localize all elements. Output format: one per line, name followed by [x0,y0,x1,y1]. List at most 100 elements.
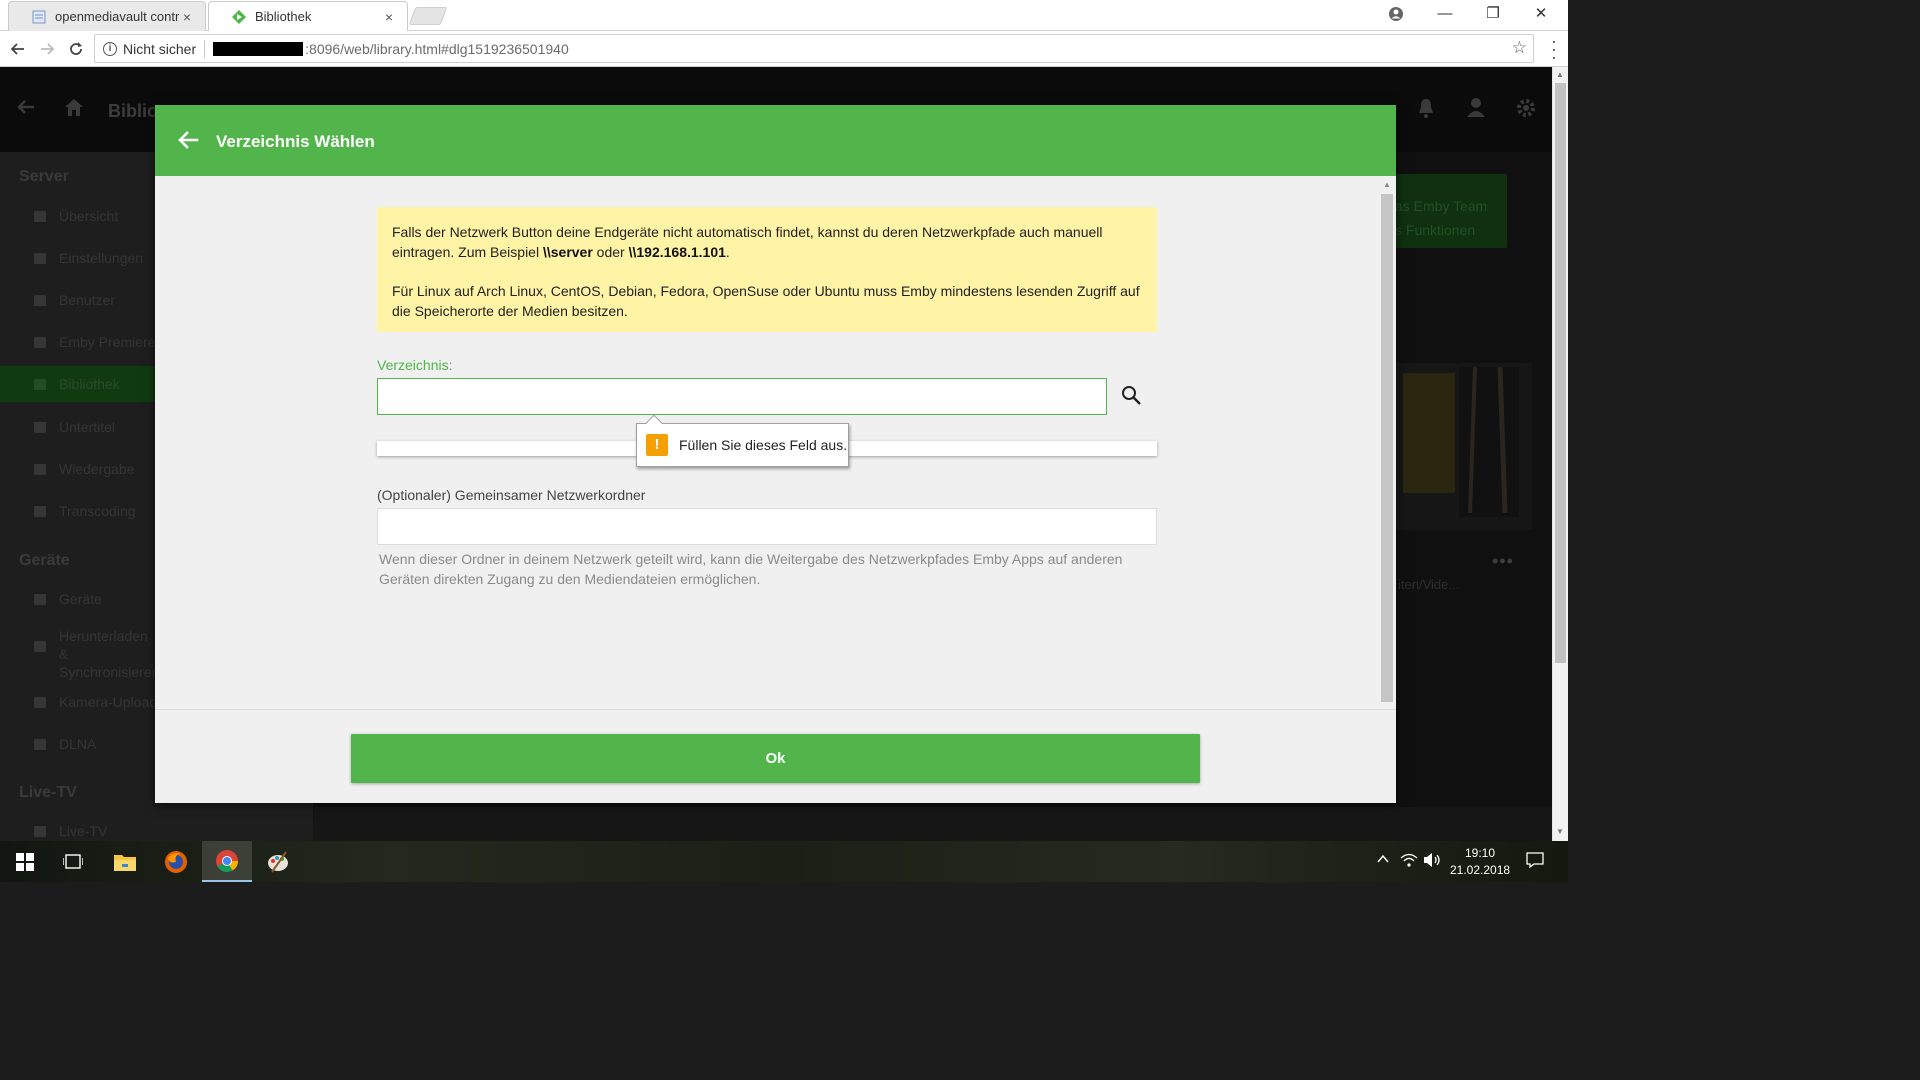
users-icon [34,294,46,306]
star-icon [34,336,46,348]
page-scrollbar-thumb[interactable] [1555,83,1566,663]
windows-taskbar: 19:10 21.02.2018 [0,841,1568,882]
back-arrow-icon[interactable] [4,35,32,63]
security-indicator[interactable]: Nicht sicher [123,41,196,57]
gear-icon[interactable] [1515,97,1537,125]
firefox-button[interactable] [151,841,201,882]
start-button[interactable] [0,841,50,882]
scroll-down-icon[interactable]: ▼ [1556,827,1564,836]
emby-logo-icon [231,9,247,25]
network-share-label: (Optionaler) Gemeinsamer Netzwerkordner [377,487,646,503]
tab-bibliothek[interactable]: Bibliothek × [208,1,408,31]
tab-close-icon[interactable]: × [381,9,397,25]
ok-button[interactable]: Ok [351,734,1200,783]
chevron-up-icon[interactable] [1376,852,1390,869]
home-icon[interactable] [63,97,85,123]
dialog-footer: Ok [155,709,1396,803]
file-explorer-button[interactable] [100,841,150,882]
dialog-scrollbar[interactable]: ▲ [1379,176,1396,710]
dialog-header: Verzeichnis Wählen [155,105,1396,176]
volume-icon[interactable] [1423,852,1441,871]
sidebar-heading-geraete: Geräte [19,552,70,569]
task-view-icon [63,853,83,869]
omnibox-divider [204,39,206,58]
scroll-up-icon[interactable]: ▲ [1383,180,1391,189]
tab-label: openmediavault control p [55,9,179,24]
close-window-button[interactable]: ✕ [1518,0,1564,30]
card-caption: iten/Vide... [1398,577,1460,592]
page-title: Biblio [108,101,158,121]
maximize-button[interactable]: ❐ [1470,0,1516,30]
bell-icon[interactable] [1416,97,1436,125]
settings-icon [34,252,46,264]
paint-palette-icon [268,850,288,873]
dashboard-icon [34,210,46,222]
scroll-up-icon[interactable]: ▲ [1556,70,1564,79]
forward-arrow-icon[interactable] [33,35,61,63]
subtitles-icon [34,421,46,433]
tv-icon [34,825,46,837]
reload-icon[interactable] [62,35,90,63]
network-share-help: Wenn dieser Ordner in deinem Netzwerk ge… [379,551,1123,587]
chrome-icon [216,849,238,872]
info-paragraph-2: Für Linux auf Arch Linux, CentOS, Debian… [392,283,1140,319]
play-icon [34,463,46,475]
page-bottom-strip [314,807,1552,841]
info-paragraph-1: Falls der Netzwerk Button deine Endgerät… [392,224,1103,260]
minimize-button[interactable]: — [1422,0,1468,30]
redacted-host [213,41,304,56]
directory-input[interactable] [377,378,1107,415]
banner-line-2: s Funktionen [1395,222,1476,238]
clock-time: 19:10 [1464,846,1496,860]
camera-icon [34,696,46,708]
document-icon [31,9,47,25]
taskbar-clock[interactable]: 19:10 21.02.2018 [1450,845,1510,879]
browser-toolbar: i Nicht sicher :8096/web/library.html#dl… [0,31,1568,67]
windows-logo-icon [16,852,34,871]
folder-icon [114,854,136,871]
folder-icon [34,378,46,390]
network-icon[interactable] [1400,852,1418,871]
transcode-icon [34,505,46,517]
firefox-icon [165,850,187,873]
tab-close-icon[interactable]: × [179,9,195,25]
profile-icon[interactable] [1373,0,1419,30]
validation-message: Füllen Sie dieses Feld aus. [679,437,848,453]
notification-center-icon[interactable] [1526,852,1544,871]
device-icon [34,593,46,605]
dlna-icon [34,738,46,750]
bookmark-star-icon[interactable]: ☆ [1512,38,1527,58]
task-view-button[interactable] [48,841,98,882]
browser-menu-icon[interactable]: · · · [1550,32,1558,66]
warning-icon: ! [646,434,668,456]
url-text[interactable]: :8096/web/library.html#dlg1519236501940 [305,41,569,57]
tab-openmediavault[interactable]: openmediavault control p × [8,1,206,31]
tab-label: Bibliothek [255,9,312,24]
page-scrollbar[interactable]: ▲ ▼ [1552,67,1568,841]
premiere-banner[interactable]: as Emby Team s Funktionen [1395,174,1507,248]
chrome-button[interactable] [202,841,252,882]
back-arrow-icon[interactable] [175,127,201,153]
sidebar-heading-server: Server [19,168,69,185]
new-tab-button[interactable] [408,7,448,25]
dialog-scrollbar-thumb[interactable] [1381,194,1393,702]
paint-button[interactable] [253,841,303,882]
sidebar-heading-livetv: Live-TV [19,784,77,801]
sidebar-item-livetv[interactable]: Live-TV [0,813,314,841]
browser-tab-bar: openmediavault control p × Bibliothek × … [0,0,1568,31]
clock-date: 21.02.2018 [1450,863,1511,877]
info-icon[interactable]: i [103,41,117,56]
card-menu-icon[interactable]: ••• [1492,551,1514,572]
address-bar[interactable]: i Nicht sicher :8096/web/library.html#dl… [94,34,1534,63]
library-card-image[interactable] [1395,363,1532,530]
banner-line-1: as Emby Team [1395,198,1488,214]
example-path-server: \\server [542,244,593,260]
select-directory-dialog: Verzeichnis Wählen ▲ Falls der Netzwerk … [155,105,1396,803]
directory-label: Verzeichnis: [377,357,453,373]
network-share-input[interactable] [377,508,1157,545]
search-icon[interactable] [1119,383,1145,409]
download-icon [34,641,46,652]
back-arrow-icon[interactable] [16,97,36,123]
tooltip-pointer [645,414,663,432]
user-icon[interactable] [1466,97,1486,123]
